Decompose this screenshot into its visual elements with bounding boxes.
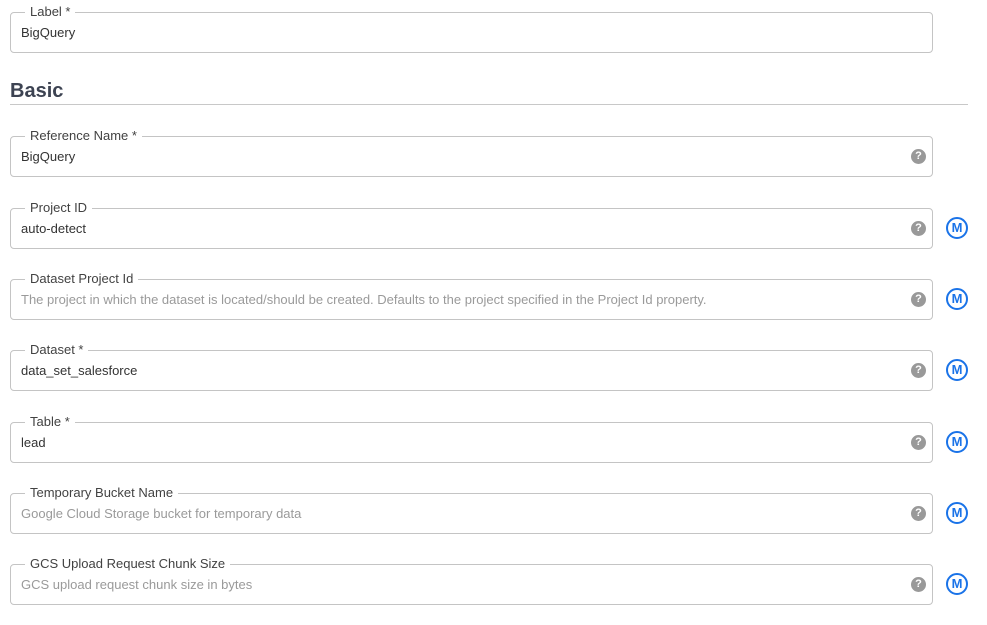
table-label: Table * bbox=[25, 414, 75, 430]
reference-name-label: Reference Name * bbox=[25, 128, 142, 144]
question-circle-icon[interactable]: ? bbox=[911, 435, 926, 450]
reference-name-value[interactable]: BigQuery bbox=[21, 149, 75, 165]
dataset-label: Dataset * bbox=[25, 342, 89, 358]
temporary-bucket-name-label: Temporary Bucket Name bbox=[25, 485, 179, 501]
macro-m-icon[interactable]: M bbox=[946, 502, 968, 524]
project-id-value[interactable]: auto-detect bbox=[21, 221, 86, 237]
macro-m-icon[interactable]: M bbox=[946, 573, 968, 595]
project-id-field[interactable]: Project ID auto-detect ? bbox=[10, 200, 933, 249]
gcs-upload-chunk-size-field[interactable]: GCS Upload Request Chunk Size GCS upload… bbox=[10, 556, 933, 605]
question-circle-icon[interactable]: ? bbox=[911, 506, 926, 521]
table-value[interactable]: lead bbox=[21, 435, 46, 451]
project-id-label: Project ID bbox=[25, 200, 93, 216]
macro-m-icon[interactable]: M bbox=[946, 431, 968, 453]
macro-m-icon[interactable]: M bbox=[946, 217, 968, 239]
label-field-label: Label * bbox=[25, 4, 76, 20]
label-field[interactable]: Label * BigQuery bbox=[10, 4, 933, 53]
question-circle-icon[interactable]: ? bbox=[911, 221, 926, 236]
question-circle-icon[interactable]: ? bbox=[911, 149, 926, 164]
gcs-upload-chunk-size-label: GCS Upload Request Chunk Size bbox=[25, 556, 231, 572]
dataset-project-id-placeholder[interactable]: The project in which the dataset is loca… bbox=[21, 292, 707, 308]
question-circle-icon[interactable]: ? bbox=[911, 292, 926, 307]
macro-m-icon[interactable]: M bbox=[946, 288, 968, 310]
dataset-project-id-field[interactable]: Dataset Project Id The project in which … bbox=[10, 271, 933, 320]
dataset-field[interactable]: Dataset * data_set_salesforce ? bbox=[10, 342, 933, 391]
dataset-value[interactable]: data_set_salesforce bbox=[21, 363, 137, 379]
section-divider bbox=[10, 104, 968, 105]
section-title-basic: Basic bbox=[10, 80, 64, 102]
dataset-project-id-label: Dataset Project Id bbox=[25, 271, 139, 287]
label-field-value[interactable]: BigQuery bbox=[21, 25, 75, 41]
temporary-bucket-name-field[interactable]: Temporary Bucket Name Google Cloud Stora… bbox=[10, 485, 933, 534]
temporary-bucket-name-placeholder[interactable]: Google Cloud Storage bucket for temporar… bbox=[21, 506, 301, 522]
macro-m-icon[interactable]: M bbox=[946, 359, 968, 381]
question-circle-icon[interactable]: ? bbox=[911, 363, 926, 378]
question-circle-icon[interactable]: ? bbox=[911, 577, 926, 592]
table-field[interactable]: Table * lead ? bbox=[10, 414, 933, 463]
gcs-upload-chunk-size-placeholder[interactable]: GCS upload request chunk size in bytes bbox=[21, 577, 252, 593]
reference-name-field[interactable]: Reference Name * BigQuery ? bbox=[10, 128, 933, 177]
